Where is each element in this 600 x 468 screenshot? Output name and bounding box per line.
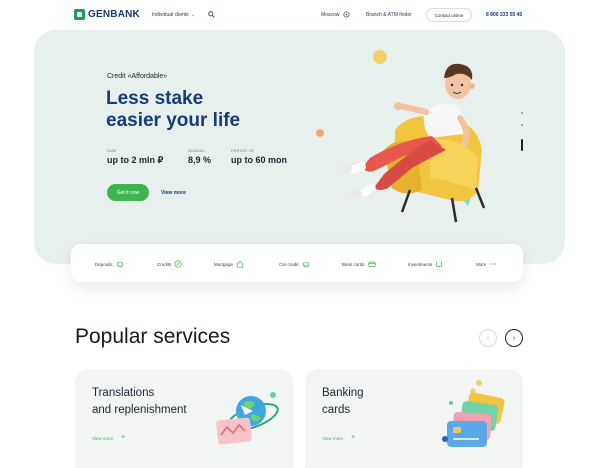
plus-icon: + [121, 434, 126, 441]
slider-dot[interactable] [521, 112, 523, 114]
carousel-prev-button[interactable]: ‹ [479, 329, 497, 347]
category-deposits[interactable]: Deposits [95, 260, 124, 268]
orange-ball-icon [316, 129, 324, 137]
branch-atm-link[interactable]: Branch & ATM finder [366, 12, 412, 18]
service-card-banking-cards[interactable]: Banking cards View more + [305, 369, 523, 468]
stat-annual-label: ANNUAL [188, 149, 206, 153]
phone-number[interactable]: 8 800 333 55 45 [486, 12, 522, 18]
service-card-title-line1: Banking [322, 387, 364, 399]
car-icon [302, 262, 309, 268]
chart-icon [436, 261, 443, 267]
category-credits-label: Credits [157, 261, 172, 267]
chevron-left-icon: ‹ [486, 334, 490, 342]
category-car-credit-label: Car credit [279, 261, 299, 267]
category-bank-cards-label: Bank cards [342, 261, 365, 267]
service-card-title-line2: cards [322, 404, 351, 416]
stat-sum-label: SUM [107, 149, 117, 153]
hero-view-more-link[interactable]: View more [161, 190, 186, 196]
piggy-bank-icon [116, 261, 123, 268]
logo-mark-icon [74, 9, 85, 20]
service-card-view-more-link[interactable]: View more [92, 436, 113, 441]
stat-period-value: up to 60 mon [231, 155, 287, 165]
man-in-armchair-illustration [316, 50, 486, 223]
header: GENBANK Individual clients ⌄ Moscow Branc… [0, 0, 600, 30]
category-more-label: More [476, 261, 487, 267]
category-mortgage-label: Mortgage [214, 261, 234, 267]
city-selector[interactable]: Moscow [321, 12, 339, 18]
service-card-title: Translations and replenishment [92, 385, 187, 419]
service-card-translations[interactable]: Translations and replenishment View more… [75, 369, 294, 468]
more-dots-icon [490, 263, 497, 265]
stat-sum-value: up to 2 mln ₽ [107, 155, 164, 165]
nav-individual-clients-label: Individual clients [152, 12, 189, 18]
house-icon [236, 260, 244, 268]
search-icon[interactable] [208, 11, 215, 18]
slider-pagination [520, 112, 524, 156]
percent-circle-icon [174, 260, 182, 268]
nav-individual-clients[interactable]: Individual clients ⌄ [152, 12, 195, 18]
category-more[interactable]: More [476, 260, 497, 268]
service-card-title: Banking cards [322, 385, 364, 419]
chevron-down-icon: ⌄ [190, 12, 195, 18]
globe-transfer-illustration [216, 392, 279, 445]
plus-icon: + [351, 434, 356, 441]
stat-sum: SUM up to 2 mln ₽ [107, 149, 163, 166]
service-card-title-line2: and replenishment [92, 404, 187, 416]
page: GENBANK Individual clients ⌄ Moscow Branc… [0, 0, 600, 468]
stat-period: PERIOD OF up to 60 mon [231, 149, 287, 165]
slider-dot[interactable] [521, 124, 523, 126]
category-investments-label: Investments [408, 261, 433, 267]
bank-cards-illustration [442, 380, 505, 447]
category-bank-cards[interactable]: Bank cards [342, 260, 376, 268]
card-icon [367, 261, 376, 267]
category-credits[interactable]: Credits [157, 260, 182, 268]
stat-period-label: PERIOD OF [231, 149, 255, 153]
get-it-now-button[interactable]: Get it now [107, 184, 149, 201]
hero-title-line1: Less stake [106, 88, 204, 109]
category-deposits-label: Deposits [95, 261, 113, 267]
contact-online-button[interactable]: Contact online [426, 8, 472, 22]
popular-services-title: Popular services [75, 325, 231, 348]
hero-title: Less stake easier your life [106, 88, 240, 132]
hero-title-line2: easier your life [106, 110, 241, 131]
slider-dot-active[interactable] [521, 139, 523, 151]
carousel-next-button[interactable]: › [505, 329, 523, 347]
chevron-right-icon: › [512, 334, 516, 342]
hero-subtitle: Credit «Affordable» [107, 73, 168, 80]
logo-text: GENBANK [88, 9, 140, 20]
stat-annual-value: 8,9 % [188, 155, 212, 165]
category-investments[interactable]: Investments [408, 260, 443, 268]
service-card-view-more-link[interactable]: View more [322, 436, 343, 441]
service-card-title-line1: Translations [92, 387, 155, 399]
stat-annual: ANNUAL 8,9 % [188, 149, 211, 165]
category-mortgage[interactable]: Mortgage [214, 260, 244, 268]
category-car-credit[interactable]: Car credit [279, 260, 310, 268]
yellow-ball-icon [373, 50, 387, 64]
logo[interactable]: GENBANK [74, 9, 140, 20]
geolocation-icon[interactable] [343, 11, 350, 18]
